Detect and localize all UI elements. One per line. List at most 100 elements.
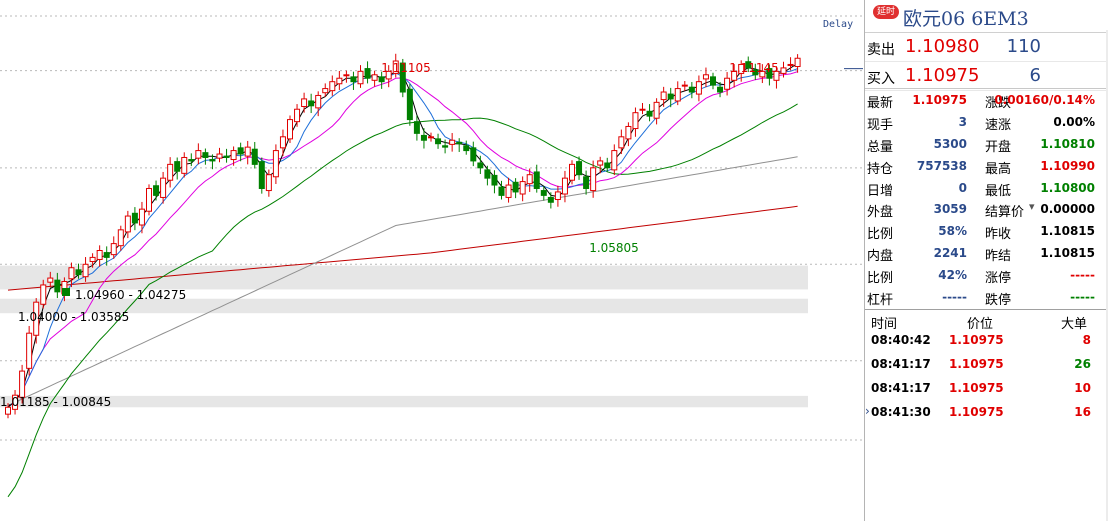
stat-value: 3 xyxy=(958,114,967,129)
sell-row: 卖出 1.10980 110 xyxy=(865,33,1108,62)
tick-row[interactable]: 08:40:42 1.10975 8 xyxy=(865,328,1108,352)
candle-body xyxy=(618,136,625,149)
stat-label: 涨停 xyxy=(985,271,1012,287)
price-zone xyxy=(0,265,808,290)
candle-body xyxy=(117,229,124,247)
chart-canvas[interactable]: 1.11105 1.11145 1.05805 1.04960 - 1.04275 1.… xyxy=(0,0,863,521)
zone-marker xyxy=(62,288,70,296)
tick-time: 08:41:17 xyxy=(871,381,931,395)
candle-body xyxy=(209,159,216,162)
quote-header: 延时 欧元06 6EM3 xyxy=(865,0,1108,33)
stat-value: 5300 xyxy=(933,136,967,151)
tick-volume: 10 xyxy=(1074,381,1091,395)
tick-time: 08:40:42 xyxy=(871,333,931,347)
sell-label: 卖出 xyxy=(867,42,895,58)
candle-body xyxy=(350,76,357,83)
buy-label: 买入 xyxy=(867,71,895,87)
tick-price: 1.10975 xyxy=(949,357,1004,371)
stats-row: 比例 58% 昨收 1.10815 xyxy=(865,220,1108,242)
candle-body xyxy=(195,150,202,159)
candle-body xyxy=(237,147,244,155)
candle-body xyxy=(378,76,385,83)
candle-body xyxy=(597,160,604,166)
stat-label: 持仓 xyxy=(867,161,894,177)
candle-body xyxy=(590,167,597,192)
tick-row[interactable]: 08:41:17 1.10975 10 xyxy=(865,376,1108,400)
candle-body xyxy=(89,256,96,263)
stats-row: 持仓 757538 最高 1.10990 xyxy=(865,155,1108,177)
candle-body xyxy=(47,277,54,283)
candle-body xyxy=(710,76,716,86)
candle-body xyxy=(428,136,434,139)
stat-label: 速涨 xyxy=(985,117,1012,133)
stat-label: 结算价 xyxy=(985,205,1025,221)
tick-price: 1.10975 xyxy=(949,405,1004,419)
candle-body xyxy=(216,153,223,159)
candle-body xyxy=(561,177,568,195)
stat-value: 1.10815 xyxy=(1040,224,1095,239)
zone-label-1: 1.04960 - 1.04275 xyxy=(75,288,186,302)
stat-label: 比例 xyxy=(867,271,894,287)
current-tick-marker-icon: › xyxy=(865,404,870,418)
candle-body xyxy=(519,181,526,195)
candle-body xyxy=(272,150,279,178)
candle-body xyxy=(26,332,33,369)
tick-row[interactable]: 08:41:30 1.10975 16 xyxy=(865,400,1108,424)
zone-label-3: 1.01185 - 1.00845 xyxy=(0,395,111,409)
chevron-down-icon[interactable]: ▾ xyxy=(1029,200,1035,213)
stat-value: 3059 xyxy=(933,202,967,217)
candle-body xyxy=(138,208,145,226)
candle-body xyxy=(681,84,688,87)
candle-body xyxy=(146,187,152,212)
buy-qty: 6 xyxy=(1029,65,1041,86)
candle-body xyxy=(442,145,449,148)
tick-row[interactable]: 08:41:17 1.10975 26 xyxy=(865,352,1108,376)
ma5-line xyxy=(7,63,798,408)
candle-body xyxy=(110,243,117,256)
quote-panel: 延时 欧元06 6EM3 卖出 1.10980 110 买入 1.10975 6… xyxy=(864,0,1108,521)
candle-body xyxy=(724,77,731,90)
stat-label: 日增 xyxy=(867,183,894,199)
candle-body xyxy=(181,156,188,174)
stat-value: 42% xyxy=(938,268,967,283)
stats-row: 最新 1.10975 涨跌 0.00160/0.14% xyxy=(865,89,1108,111)
stat-value: ----- xyxy=(1070,268,1095,283)
instrument-title[interactable]: 欧元06 6EM3 xyxy=(903,4,1029,31)
stats-row: 总量 5300 开盘 1.10810 xyxy=(865,133,1108,155)
candle-body xyxy=(413,121,420,134)
stat-value: 1.10975 xyxy=(912,93,967,107)
candle-body xyxy=(258,161,265,189)
candle-body xyxy=(287,119,293,140)
candle-body xyxy=(420,134,427,141)
stats-row: 现手 3 速涨 0.00% xyxy=(865,111,1108,133)
tick-time: 08:41:17 xyxy=(871,357,931,371)
candle-body xyxy=(364,68,371,79)
stats-row: 外盘 3059 结算价 0.00000 ▾ xyxy=(865,198,1108,220)
stat-label: 内盘 xyxy=(867,249,894,265)
candle-body xyxy=(491,174,498,186)
candle-body xyxy=(512,181,519,193)
candlestick-chart[interactable]: 1.11105 1.11145 1.05805 1.04960 - 1.04275 1.… xyxy=(0,0,863,521)
tick-price: 1.10975 xyxy=(949,333,1004,347)
candle-body xyxy=(167,163,174,181)
candle-body xyxy=(40,284,47,305)
stat-label: 昨收 xyxy=(985,227,1012,243)
candle-body xyxy=(265,174,272,192)
zone-label-2: 1.04000 - 1.03585 xyxy=(18,310,129,324)
sell-qty: 110 xyxy=(1006,36,1041,57)
candle-body xyxy=(674,88,681,102)
stat-value: ----- xyxy=(942,290,967,305)
candle-body xyxy=(343,74,350,77)
stat-label: 外盘 xyxy=(867,205,894,221)
stat-value: 0.00% xyxy=(1053,114,1095,129)
candle-body xyxy=(160,177,167,198)
stat-label: 比例 xyxy=(867,227,894,243)
candle-body xyxy=(794,57,801,68)
candle-body xyxy=(188,159,195,162)
candle-body xyxy=(68,267,75,280)
candle-body xyxy=(406,88,413,121)
ma10-line xyxy=(7,68,798,408)
candle-body xyxy=(322,88,329,94)
stat-value: 58% xyxy=(938,224,967,239)
stat-value: 2241 xyxy=(933,246,967,261)
